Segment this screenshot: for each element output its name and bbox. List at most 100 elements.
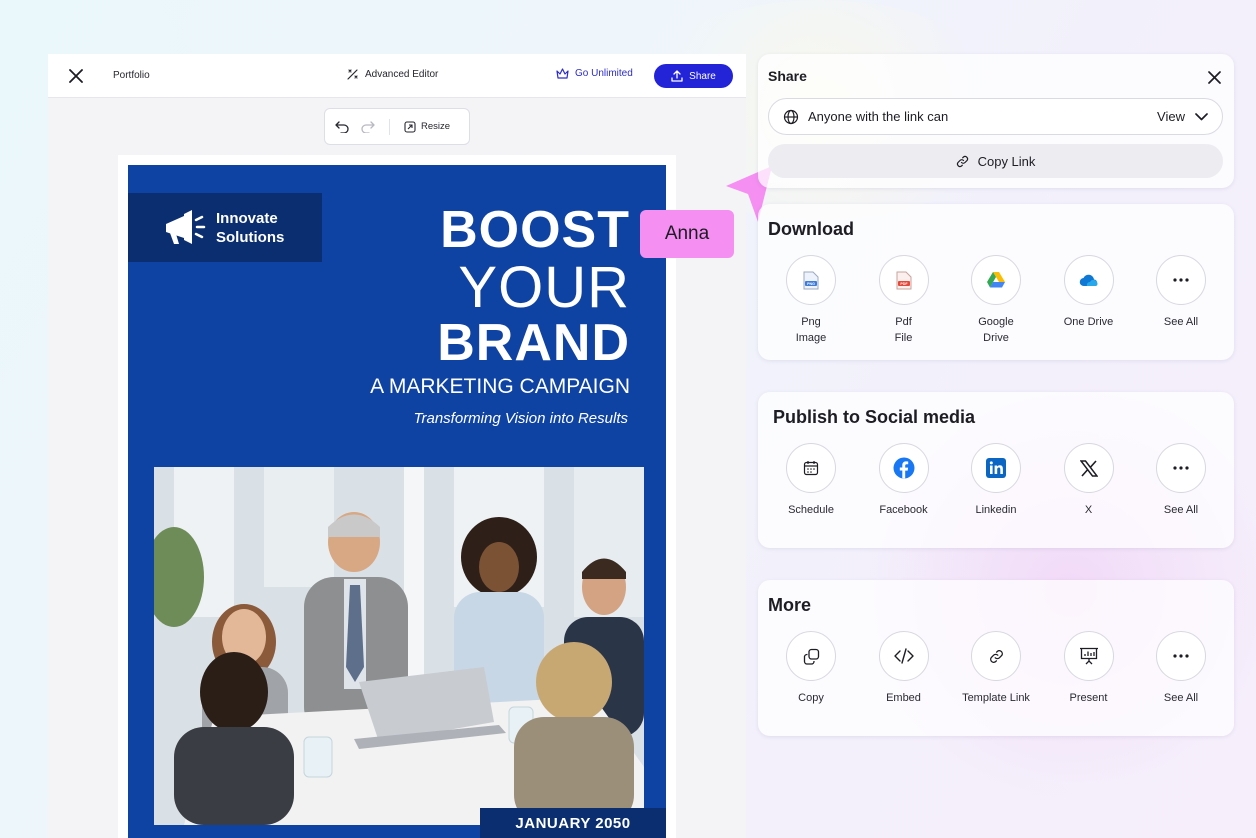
social-see-all-button[interactable]: See All (1146, 443, 1216, 518)
svg-text:PDF: PDF (900, 282, 908, 286)
close-editor-button[interactable] (66, 66, 86, 86)
more-see-all-circle (1156, 631, 1206, 681)
present-circle (1063, 631, 1114, 681)
x-icon (1079, 459, 1098, 477)
linkedin-icon (986, 458, 1006, 478)
linkedin-button[interactable]: Linkedin (961, 443, 1031, 518)
download-png-button[interactable]: PNG Png Image (776, 255, 846, 346)
more-see-all-label: See All (1163, 692, 1199, 704)
resize-label: Resize (421, 121, 451, 132)
close-icon (1207, 70, 1221, 84)
toolbar-divider (389, 118, 390, 135)
poster-subheadline: A MARKETING CAMPAIGN (370, 375, 630, 398)
more-panel: More Copy Embed Template Link Present Se… (758, 580, 1234, 736)
label-line: Png (801, 316, 821, 328)
calendar-icon (803, 461, 819, 476)
template-link-button[interactable]: Template Link (961, 631, 1031, 706)
globe-icon (783, 109, 799, 124)
share-label: Share (689, 70, 716, 82)
facebook-button[interactable]: Facebook (869, 443, 939, 518)
copy-button[interactable]: Copy (776, 631, 846, 706)
download-see-all-button[interactable]: See All (1146, 255, 1216, 346)
advanced-editor-label: Advanced Editor (365, 69, 439, 80)
link-access-text: Anyone with the link can (808, 109, 949, 124)
canvas-toolbar: Resize (324, 108, 470, 145)
google-drive-circle (971, 255, 1021, 305)
download-pdf-button[interactable]: PDF Pdf File (869, 255, 939, 346)
more-icon (1173, 654, 1189, 658)
resize-icon (404, 120, 416, 133)
present-label: Present (1069, 692, 1108, 704)
schedule-button[interactable]: Schedule (776, 443, 846, 518)
team-meeting-photo (154, 467, 644, 825)
label-line: File (894, 332, 913, 344)
copy-link-label: Copy Link (977, 153, 1036, 169)
download-options: PNG Png Image PDF Pdf File Google Drive One… (776, 255, 1216, 346)
download-pdf-label: Pdf File (895, 314, 913, 346)
megaphone-icon (166, 209, 206, 244)
svg-text:PNG: PNG (807, 282, 815, 286)
more-icon (1173, 466, 1189, 470)
share-panel: Share Anyone with the link can View Copy… (758, 54, 1234, 188)
schedule-circle (786, 443, 836, 493)
copy-circle (786, 631, 836, 681)
onedrive-icon (1079, 274, 1098, 286)
more-see-all-button[interactable]: See All (1146, 631, 1216, 706)
embed-button[interactable]: Embed (869, 631, 939, 706)
publish-social-panel: Publish to Social media Schedule Faceboo… (758, 392, 1234, 548)
onedrive-label: One Drive (1064, 314, 1114, 330)
link-icon (956, 155, 968, 167)
download-section-title: Download (768, 219, 854, 239)
poster-headline-boost: BOOST (440, 201, 630, 259)
x-button[interactable]: X (1054, 443, 1124, 518)
label-line: Pdf (895, 316, 912, 328)
design-canvas[interactable]: Innovate Solutions BOOST YOUR BRAND A MA… (118, 155, 676, 838)
advanced-editor-button[interactable]: Advanced Editor (346, 68, 438, 81)
editor-window: Portfolio Advanced Editor Go Unlimited S… (48, 54, 746, 838)
link-access-dropdown[interactable]: Anyone with the link can View (768, 98, 1223, 135)
upload-icon (671, 70, 683, 82)
label-line: Google (978, 316, 1014, 328)
label-line: One Drive (1063, 316, 1114, 328)
redo-button[interactable] (360, 120, 375, 133)
label-line: Drive (983, 332, 1009, 344)
go-unlimited-button[interactable]: Go Unlimited (556, 68, 633, 79)
onedrive-circle (1063, 255, 1114, 305)
poster-headline-your: YOUR (458, 255, 630, 320)
close-share-button[interactable] (1204, 67, 1224, 87)
publish-section-title: Publish to Social media (773, 407, 976, 427)
resize-button[interactable]: Resize (404, 120, 451, 133)
onedrive-button[interactable]: One Drive (1054, 255, 1124, 346)
template-link-circle (971, 631, 1021, 681)
linkedin-label: Linkedin (975, 504, 1017, 516)
meeting-illustration (154, 467, 644, 825)
more-icon (1173, 278, 1189, 282)
google-drive-button[interactable]: Google Drive (961, 255, 1031, 346)
go-unlimited-label: Go Unlimited (575, 68, 633, 79)
facebook-icon (893, 457, 914, 479)
x-label: X (1084, 504, 1093, 516)
embed-label: Embed (886, 692, 921, 704)
share-button[interactable]: Share (654, 64, 733, 88)
google-drive-label: Google Drive (978, 314, 1013, 346)
present-button[interactable]: Present (1054, 631, 1124, 706)
undo-button[interactable] (335, 120, 350, 133)
png-file-icon: PNG (803, 271, 819, 289)
download-see-all-circle (1156, 255, 1206, 305)
download-png-label: Png Image (796, 314, 827, 346)
code-icon (893, 648, 914, 664)
poster-design[interactable]: Innovate Solutions BOOST YOUR BRAND A MA… (128, 165, 666, 838)
poster-headline-brand: BRAND (437, 314, 630, 372)
redo-icon (361, 120, 375, 133)
download-png-circle: PNG (786, 255, 836, 305)
copy-link-button[interactable]: Copy Link (768, 144, 1223, 178)
undo-icon (335, 120, 349, 133)
social-options: Schedule Facebook Linkedin X See All (776, 443, 1216, 518)
editor-topbar: Portfolio Advanced Editor Go Unlimited S… (48, 54, 746, 98)
share-panel-title: Share (768, 68, 807, 84)
brand-name-line1: Innovate (216, 209, 278, 227)
facebook-label: Facebook (879, 504, 928, 516)
poster-tagline: Transforming Vision into Results (413, 410, 628, 427)
social-see-all-label: See All (1163, 504, 1199, 516)
chevron-down-icon (1195, 112, 1208, 120)
